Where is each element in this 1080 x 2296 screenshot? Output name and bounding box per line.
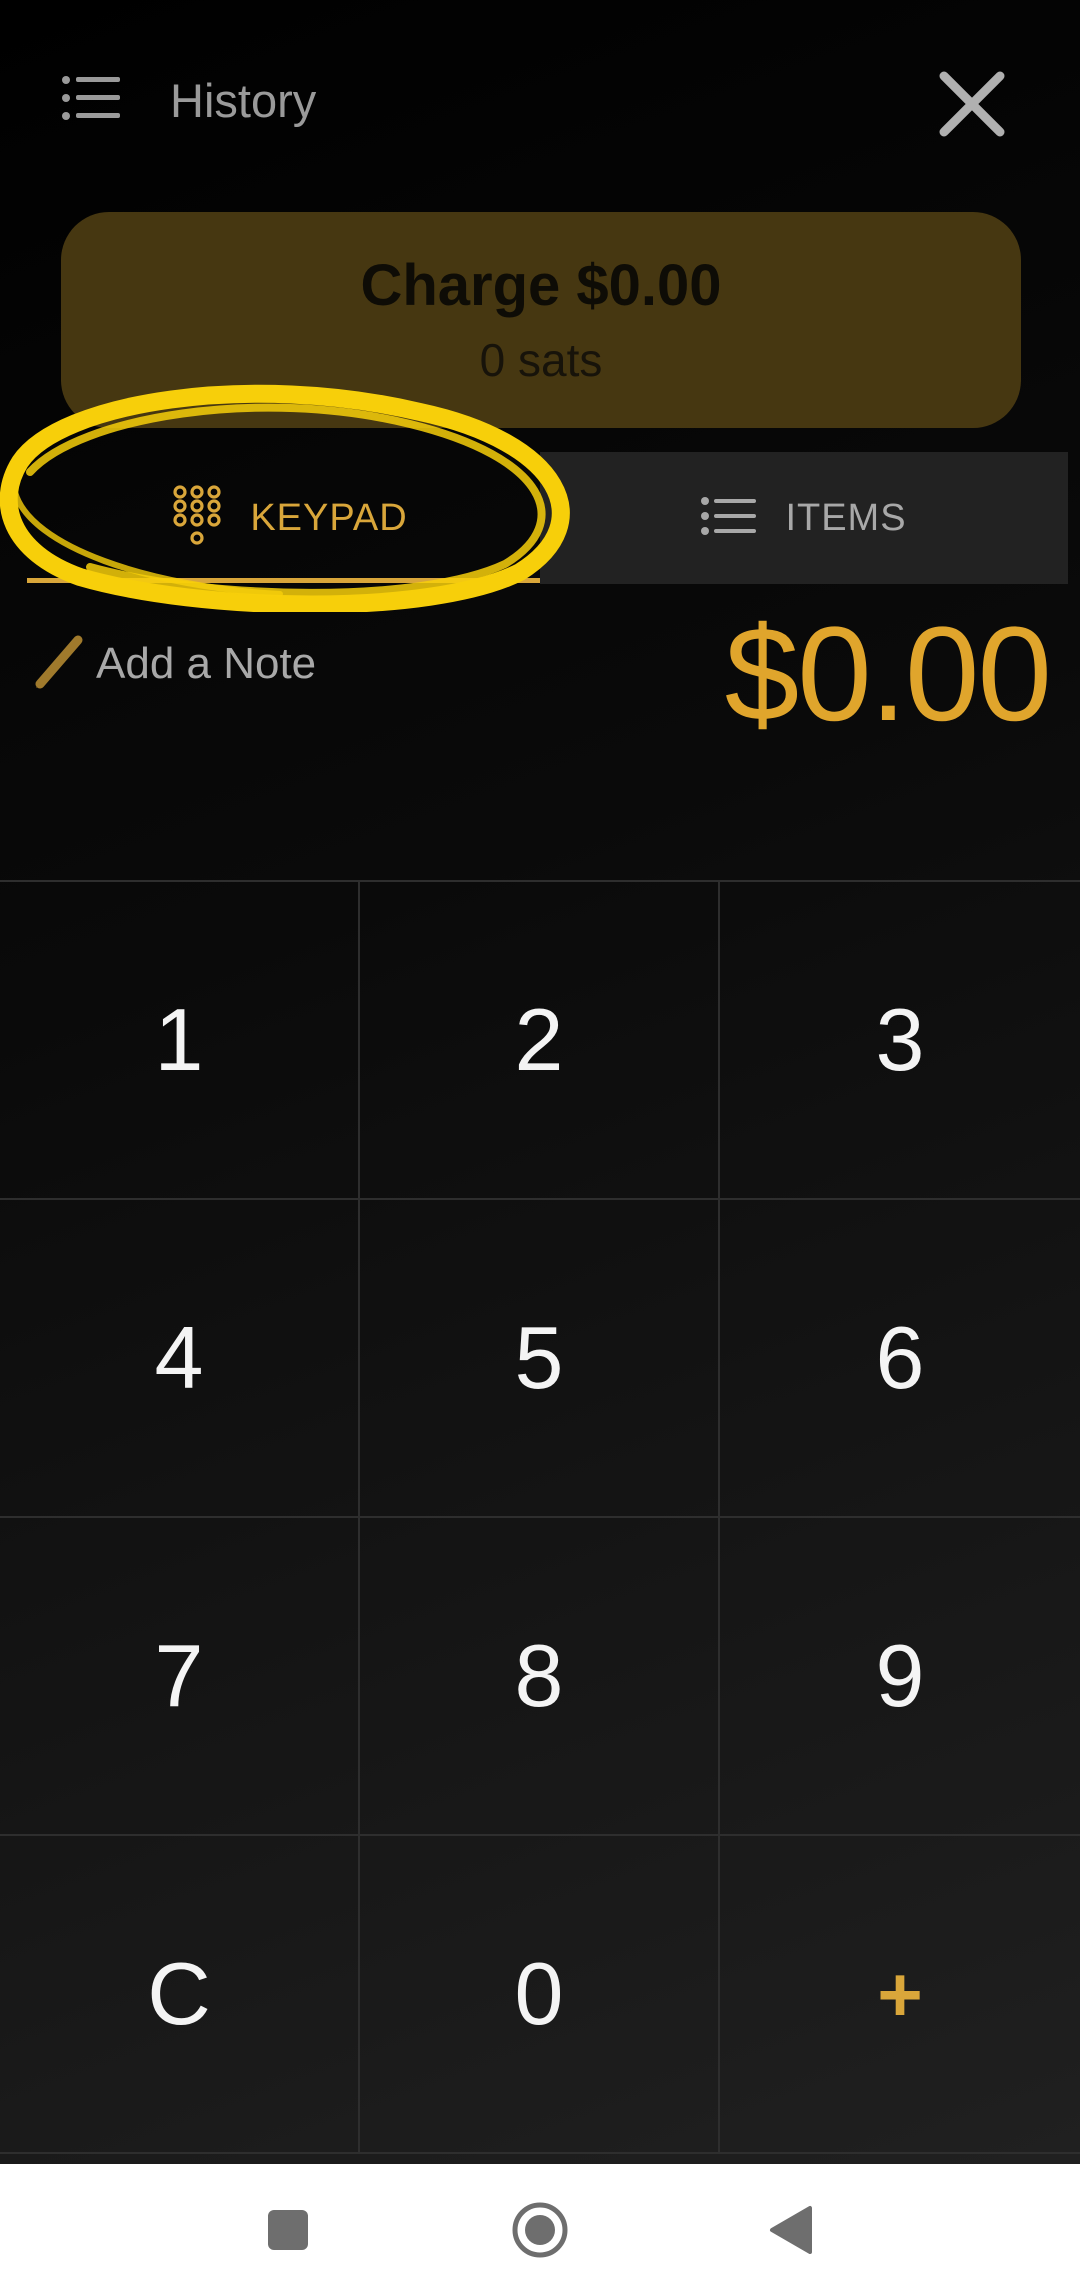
add-note-button[interactable]: Add a Note — [32, 628, 316, 700]
charge-title: Charge $0.00 — [360, 253, 722, 318]
key-1[interactable]: 1 — [0, 882, 360, 1200]
key-3[interactable]: 3 — [720, 882, 1080, 1200]
key-8[interactable]: 8 — [360, 1518, 720, 1836]
key-2[interactable]: 2 — [360, 882, 720, 1200]
system-navigation-bar — [0, 2164, 1080, 2296]
key-4[interactable]: 4 — [0, 1200, 360, 1518]
back-triangle-icon[interactable] — [762, 2200, 822, 2260]
close-button[interactable] — [934, 66, 1010, 142]
list-icon — [62, 74, 122, 127]
history-button[interactable]: History — [62, 60, 316, 140]
key-7[interactable]: 7 — [0, 1518, 360, 1836]
tab-keypad-label: KEYPAD — [250, 496, 408, 539]
app-screen: History Charge $0.00 0 sats KEYPAD ITEMS… — [0, 0, 1080, 2164]
header: History — [0, 0, 1080, 200]
key-plus[interactable]: + — [720, 1836, 1080, 2154]
home-circle-icon[interactable] — [510, 2200, 570, 2260]
list-icon — [701, 496, 757, 541]
active-tab-indicator — [27, 578, 553, 583]
close-icon — [934, 71, 1010, 146]
add-note-label: Add a Note — [96, 639, 317, 688]
tab-keypad[interactable]: KEYPAD — [27, 452, 553, 584]
tab-items-label: ITEMS — [785, 496, 907, 539]
charge-sats: 0 sats — [479, 334, 603, 386]
numeric-keypad: 1 2 3 4 5 6 7 8 9 C 0 + — [0, 880, 1080, 2154]
key-6[interactable]: 6 — [720, 1200, 1080, 1518]
tab-items[interactable]: ITEMS — [540, 452, 1068, 584]
key-clear[interactable]: C — [0, 1836, 360, 2154]
keypad-dots-icon — [172, 484, 222, 553]
charge-button[interactable]: Charge $0.00 0 sats — [61, 212, 1021, 428]
pencil-icon — [32, 632, 88, 697]
recents-square-icon[interactable] — [258, 2200, 318, 2260]
key-9[interactable]: 9 — [720, 1518, 1080, 1836]
key-0[interactable]: 0 — [360, 1836, 720, 2154]
history-label: History — [170, 73, 317, 127]
amount-display: $0.00 — [724, 600, 1052, 749]
key-5[interactable]: 5 — [360, 1200, 720, 1518]
